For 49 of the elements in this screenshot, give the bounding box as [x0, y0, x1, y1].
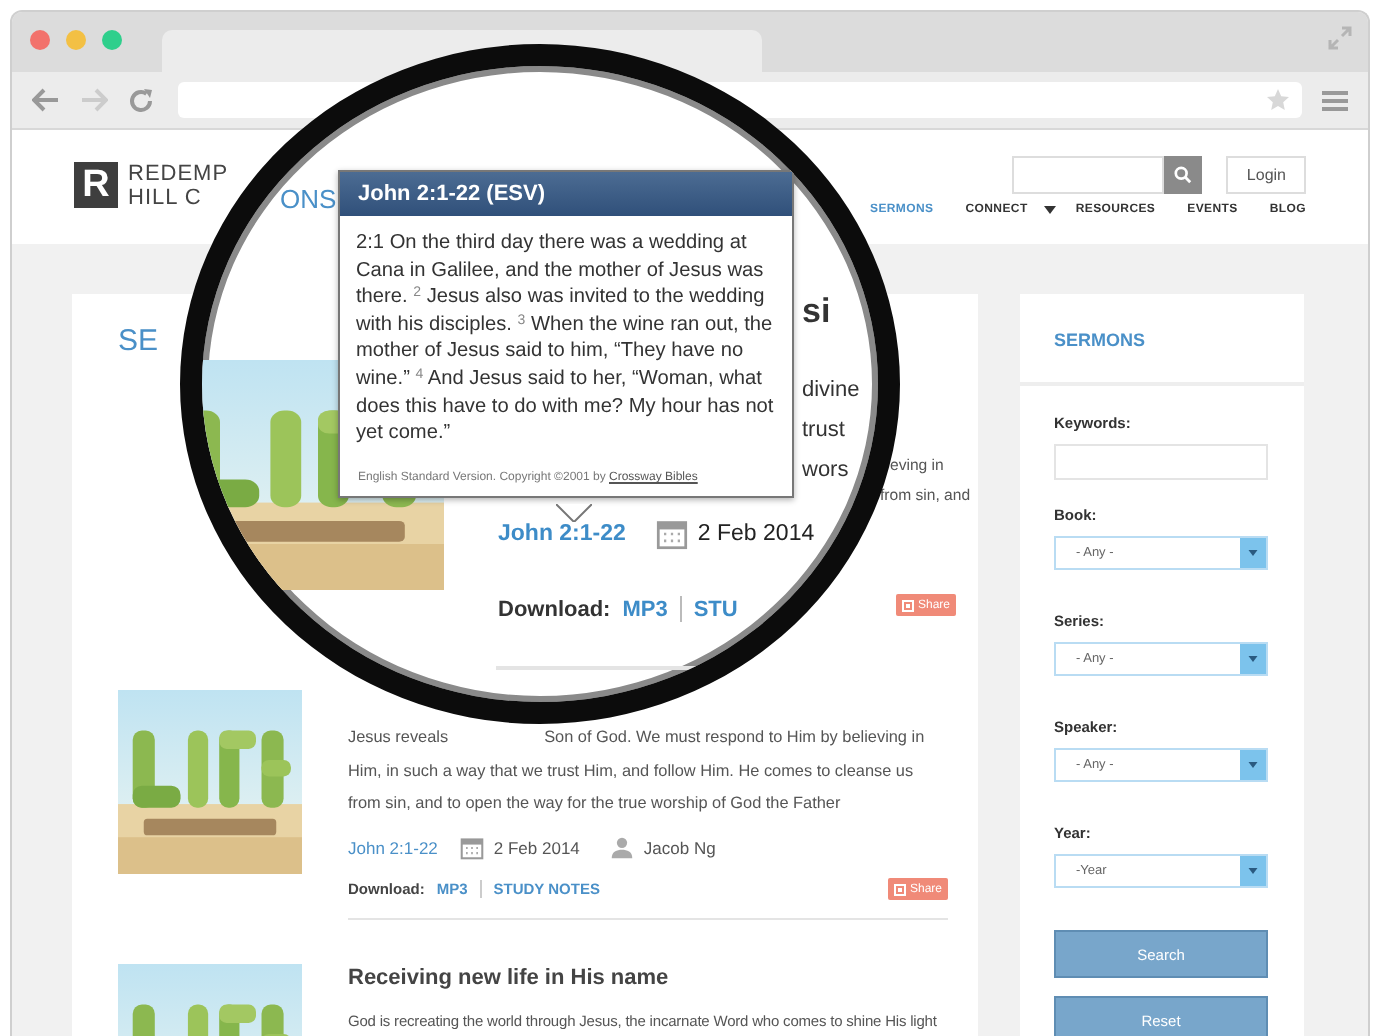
forward-icon[interactable]: [80, 88, 108, 112]
sermon-title[interactable]: Receiving new life in His name: [348, 963, 948, 989]
maximize-icon[interactable]: [102, 30, 122, 50]
expand-icon[interactable]: [1328, 26, 1352, 50]
close-icon[interactable]: [30, 30, 50, 50]
verse-text: 2:1 On the third day there was a wedding at Cana in Galilee, and the mother of Jesus was there. $^{2}$ Jesus also was invited to the wedding with his disciples. $^{3}$ When the wine ran out, the mother of Jesus said to him, “They have no wine.” $^{4}$ And Jesus said to her, “Woman, what does this have to do with me? My hour has not yet come.”: [354, 230, 776, 448]
description-text: Him, in such a way that we trust Him, and follow Him. He comes to cleanse us from sin, and to open the way for the true worship of God the Father: [348, 759, 916, 816]
download-label: Download:: [498, 597, 611, 621]
reload-icon[interactable]: [128, 87, 154, 113]
pointer-icon: [556, 504, 592, 522]
description-text: divine: [802, 376, 860, 406]
calendar-icon: [459, 835, 484, 859]
description-text: trust: [802, 416, 847, 446]
menu-icon[interactable]: [1322, 89, 1348, 111]
page-title: SE: [118, 322, 159, 358]
calendar-icon: [655, 518, 688, 550]
star-icon[interactable]: [1266, 88, 1290, 112]
description-text: wors: [802, 456, 851, 486]
download-link[interactable]: STU: [693, 597, 738, 621]
passage-link[interactable]: John 2:1-22: [348, 837, 438, 857]
back-icon[interactable]: [32, 88, 60, 112]
search-button[interactable]: [1164, 156, 1203, 194]
popover-title: John 2:1-22 (ESV): [340, 172, 792, 216]
share-icon: [902, 599, 914, 611]
description-text: Son of God. We must respond to Him by believing in: [544, 726, 925, 750]
search-icon: [1174, 166, 1193, 184]
person-icon: [609, 835, 634, 859]
caret-icon: [1248, 868, 1258, 874]
login-button[interactable]: Login: [1226, 156, 1306, 194]
keywords-field[interactable]: [1054, 444, 1268, 480]
description-text: Jesus reveals: [348, 726, 449, 750]
sidebar-title: SERMONS: [1054, 330, 1148, 350]
date-text: 2 Feb 2014: [697, 522, 815, 546]
download-link[interactable]: MP3: [622, 597, 668, 621]
logo-text: REDEMP: [128, 162, 229, 186]
page-title: ONS: [280, 184, 337, 214]
passage-link[interactable]: John 2:1-22: [498, 522, 626, 546]
caret-icon: [1248, 656, 1258, 662]
caret-icon: [1248, 550, 1258, 556]
share-icon: [893, 883, 906, 895]
search-field[interactable]: [1012, 156, 1165, 194]
sermon-title[interactable]: si: [802, 292, 831, 332]
speaker-name: Jacob Ng: [643, 837, 716, 857]
logo-mark: R: [74, 162, 118, 208]
caret-icon: [1248, 762, 1258, 768]
minimize-icon[interactable]: [66, 30, 86, 50]
date-text: 2 Feb 2014: [493, 837, 580, 857]
caret-icon[interactable]: [1043, 206, 1056, 214]
logo-text: HILL C: [128, 186, 204, 210]
